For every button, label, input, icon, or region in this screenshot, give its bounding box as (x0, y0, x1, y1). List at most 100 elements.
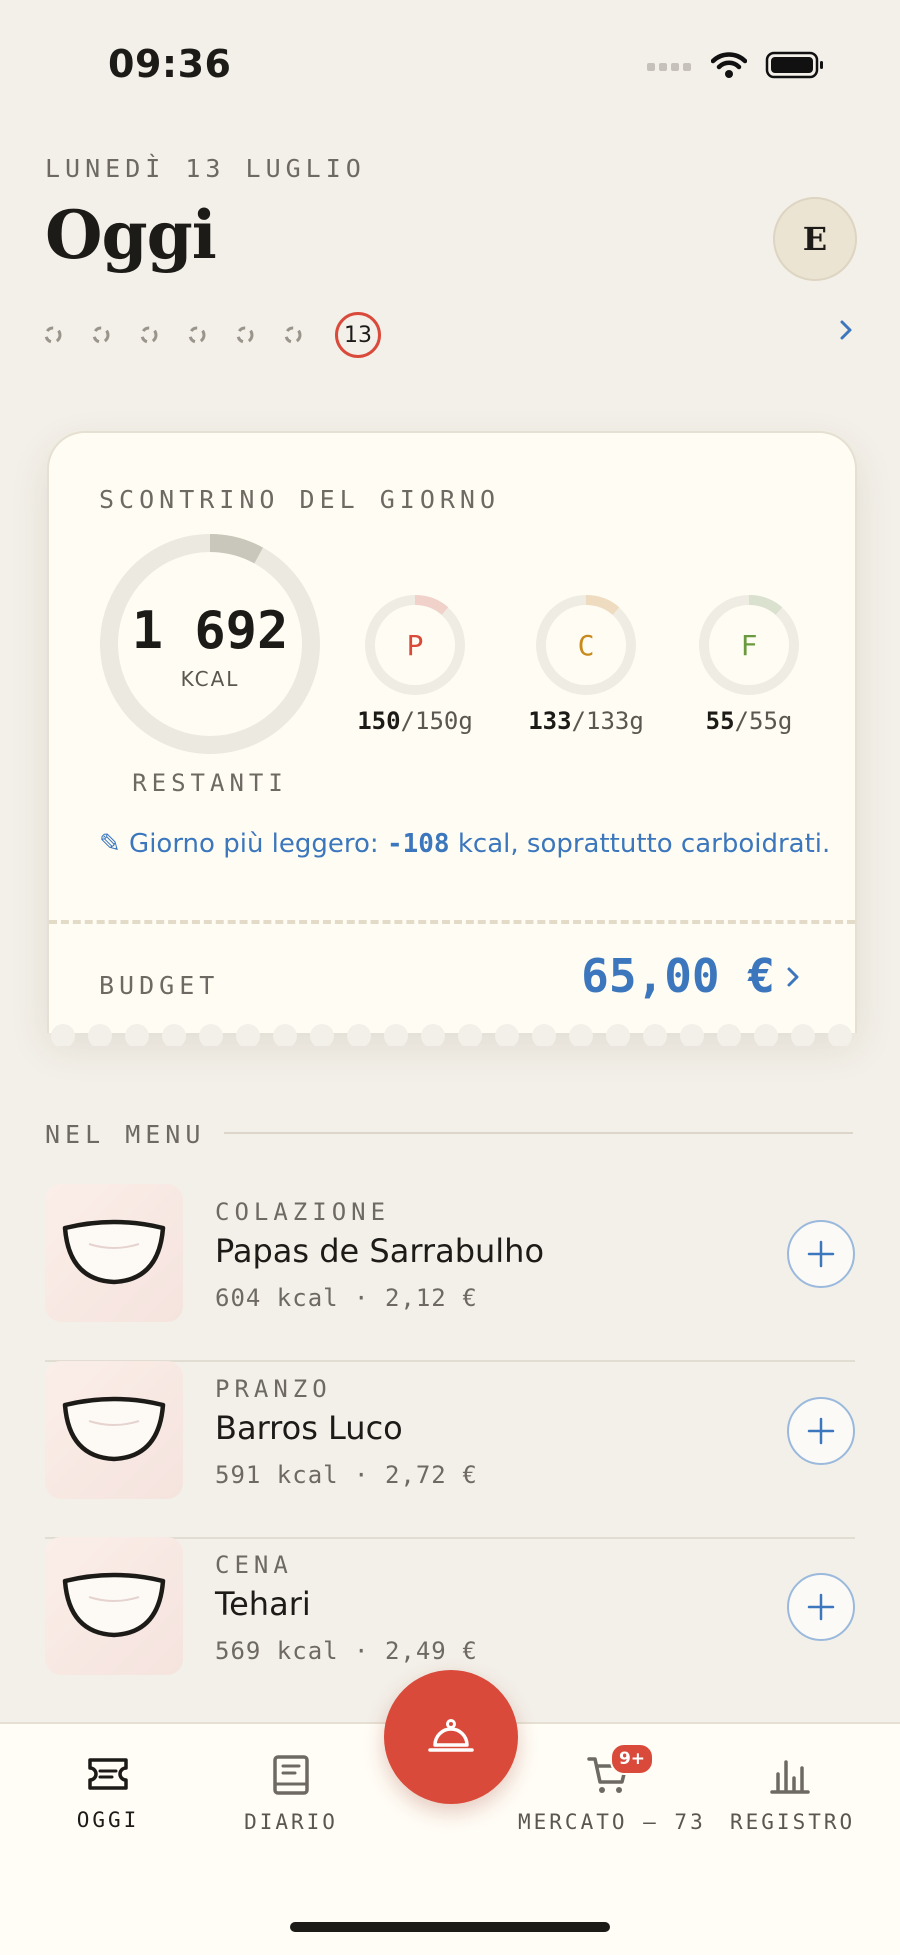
scallop-notch (828, 1024, 852, 1046)
scallop-notch (532, 1024, 556, 1046)
meal-type: COLAZIONE (215, 1198, 391, 1226)
ticket-icon (88, 1758, 128, 1790)
meal-name: Barros Luco (215, 1409, 403, 1447)
week-strip: 13 (40, 312, 860, 358)
add-meal-button[interactable] (787, 1220, 855, 1288)
cellular-signal-icon (647, 58, 693, 77)
date-label: LUNEDÌ 13 LUGLIO (45, 154, 366, 183)
receipt-label: SCONTRINO DEL GIORNO (99, 485, 501, 514)
day-placeholder-icon[interactable] (88, 322, 114, 348)
scallop-notch (310, 1024, 334, 1046)
bar-chart-icon (770, 1760, 810, 1794)
meal-type: PRANZO (215, 1375, 332, 1403)
macro-target: /150g (400, 707, 473, 735)
scallop-notch (236, 1024, 260, 1046)
macro-target: /55g (734, 707, 793, 735)
receipt-card: SCONTRINO DEL GIORNO 1 692 KCAL RESTANTI… (47, 431, 857, 1033)
note-suffix: kcal, soprattutto carboidrati. (449, 829, 831, 859)
meal-name: Tehari (215, 1585, 311, 1623)
scallop-notch (458, 1024, 482, 1046)
budget-label: BUDGET (99, 971, 220, 1000)
macro-fat: F 55/55g (679, 593, 819, 735)
section-divider (224, 1132, 853, 1134)
day-placeholder-icon[interactable] (232, 322, 258, 348)
day-placeholder-icon[interactable] (136, 322, 162, 348)
meal-item[interactable]: COLAZIONE Papas de Sarrabulho 604 kcal ·… (45, 1184, 855, 1362)
tab-registro[interactable]: REGISTRO (730, 1754, 852, 1834)
plus-icon (807, 1593, 835, 1621)
meal-item[interactable]: PRANZO Barros Luco 591 kcal · 2,72 € (45, 1361, 855, 1539)
scallop-notch (88, 1024, 112, 1046)
today-day-button[interactable]: 13 (335, 312, 381, 358)
kcal-remaining-value: 1 692 (131, 601, 289, 661)
cart-badge: 9+ (610, 1743, 654, 1775)
chevron-right-icon[interactable] (832, 316, 860, 344)
scallop-notch (680, 1024, 704, 1046)
meal-thumbnail (45, 1537, 183, 1675)
add-meal-fab[interactable] (384, 1670, 518, 1804)
add-meal-button[interactable] (787, 1573, 855, 1641)
tab-oggi[interactable]: OGGI (58, 1754, 158, 1832)
battery-icon (765, 50, 825, 84)
macro-letter: C (577, 629, 595, 662)
meal-meta: 604 kcal · 2,12 € (215, 1284, 478, 1312)
scallop-notch (347, 1024, 371, 1046)
day-placeholder-icon[interactable] (184, 322, 210, 348)
meal-meta: 591 kcal · 2,72 € (215, 1461, 478, 1489)
receipt-scallop-edge (47, 1024, 853, 1046)
chevron-right-icon[interactable] (781, 963, 805, 991)
macro-target: /133g (571, 707, 644, 735)
section-label: NEL MENU (45, 1120, 206, 1149)
macro-current: 133 (528, 707, 572, 735)
scallop-notch (162, 1024, 186, 1046)
cloche-icon (428, 1719, 474, 1752)
tab-label: DIARIO (244, 1810, 338, 1834)
macro-current: 150 (357, 707, 401, 735)
meal-name: Papas de Sarrabulho (215, 1232, 545, 1270)
status-icons (647, 50, 825, 84)
note-prefix: ✎ Giorno più leggero: (99, 829, 387, 859)
macro-letter: F (740, 629, 758, 662)
kcal-caption: RESTANTI (132, 769, 288, 797)
bowl-icon (62, 1219, 166, 1285)
avatar[interactable]: E (773, 197, 857, 281)
scallop-notch (606, 1024, 630, 1046)
macro-current: 55 (705, 707, 735, 735)
page-title: Oggi (45, 196, 217, 274)
scallop-notch (754, 1024, 778, 1046)
scallop-notch (569, 1024, 593, 1046)
scallop-notch (51, 1024, 75, 1046)
tab-diario[interactable]: DIARIO (236, 1754, 346, 1834)
meal-meta: 569 kcal · 2,49 € (215, 1637, 478, 1665)
day-placeholder-icon[interactable] (40, 322, 66, 348)
tab-mercato[interactable]: MERCATO — 73 (518, 1754, 703, 1834)
macro-letter: P (406, 629, 424, 662)
scallop-notch (273, 1024, 297, 1046)
scallop-notch (791, 1024, 815, 1046)
home-indicator (290, 1922, 610, 1932)
macro-carbs: C 133/133g (516, 593, 656, 735)
daily-note: ✎ Giorno più leggero: -108 kcal, sopratt… (99, 829, 830, 859)
scallop-notch (643, 1024, 667, 1046)
scallop-notch (199, 1024, 223, 1046)
budget-value[interactable]: 65,00 € (581, 949, 775, 1003)
scallop-notch (125, 1024, 149, 1046)
scallop-notch (717, 1024, 741, 1046)
plus-icon (807, 1417, 835, 1445)
scallop-notch (384, 1024, 408, 1046)
add-meal-button[interactable] (787, 1397, 855, 1465)
macro-protein: P 150/150g (345, 593, 485, 735)
plus-icon (807, 1240, 835, 1268)
meal-thumbnail (45, 1184, 183, 1322)
avatar-initial: E (802, 220, 828, 258)
meal-thumbnail (45, 1361, 183, 1499)
receipt-divider (49, 920, 855, 924)
bowl-icon (62, 1572, 166, 1638)
wifi-icon (710, 51, 748, 83)
scallop-notch (495, 1024, 519, 1046)
day-placeholder-icon[interactable] (280, 322, 306, 348)
note-value: -108 (386, 829, 450, 859)
book-icon (273, 1755, 309, 1795)
meal-type: CENA (215, 1551, 293, 1579)
tab-label: OGGI (76, 1808, 140, 1832)
